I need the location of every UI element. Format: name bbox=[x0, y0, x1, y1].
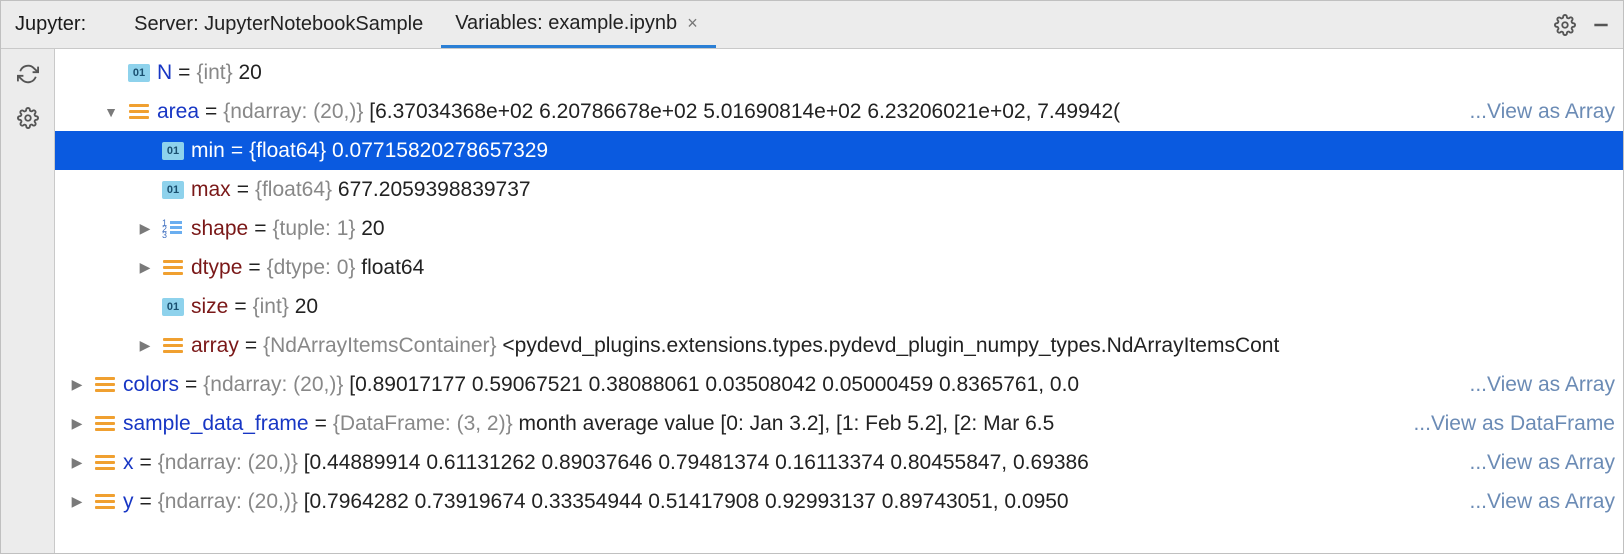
side-toolbar bbox=[1, 49, 55, 553]
var-value: [0.7964282 0.73919674 0.33354944 0.51417… bbox=[304, 490, 1069, 513]
refresh-button[interactable] bbox=[13, 59, 43, 89]
var-row-area-dtype[interactable]: ▶ dtype={dtype: 0} float64 bbox=[55, 248, 1623, 287]
var-type: {float64} bbox=[255, 178, 332, 201]
var-type: {int} bbox=[253, 295, 289, 318]
var-name: colors bbox=[123, 373, 179, 396]
var-row-area-max[interactable]: 01 max={float64} 677.2059398839737 bbox=[55, 170, 1623, 209]
minimize-icon bbox=[1591, 15, 1611, 35]
var-type: {NdArrayItemsContainer} bbox=[263, 334, 496, 357]
expand-icon[interactable]: ▶ bbox=[131, 337, 159, 354]
server-tab[interactable]: Server: JupyterNotebookSample bbox=[120, 1, 441, 48]
var-type: {dtype: 0} bbox=[267, 256, 356, 279]
var-row-colors[interactable]: ▶ colors={ndarray: (20,)} [0.89017177 0.… bbox=[55, 365, 1623, 404]
settings-button[interactable] bbox=[1551, 11, 1579, 39]
var-name: N bbox=[157, 61, 172, 84]
ndarray-icon bbox=[95, 376, 115, 394]
var-type: {ndarray: (20,)} bbox=[203, 373, 343, 396]
var-value: [6.37034368e+02 6.20786678e+02 5.0169081… bbox=[369, 100, 1120, 123]
view-as-array-link[interactable]: ...View as Array bbox=[1465, 451, 1615, 475]
close-icon[interactable]: × bbox=[687, 13, 698, 34]
var-value: [0.44889914 0.61131262 0.89037646 0.7948… bbox=[304, 451, 1089, 474]
gear-icon bbox=[17, 107, 39, 129]
var-type: {float64} bbox=[249, 139, 326, 162]
ndarray-icon bbox=[95, 454, 115, 472]
view-as-array-link[interactable]: ...View as Array bbox=[1465, 490, 1615, 514]
expand-icon[interactable]: ▶ bbox=[63, 493, 91, 510]
var-value: 0.07715820278657329 bbox=[332, 139, 548, 162]
ndarray-icon bbox=[95, 415, 115, 433]
variables-tree[interactable]: 01 N={int} 20 ▼ area={ndarray: (20,)} [6… bbox=[55, 49, 1623, 553]
var-row-area-min[interactable]: 01 min={float64} 0.07715820278657329 bbox=[55, 131, 1623, 170]
var-value: 677.2059398839737 bbox=[338, 178, 531, 201]
var-name: area bbox=[157, 100, 199, 123]
tool-settings-button[interactable] bbox=[13, 103, 43, 133]
var-name: min bbox=[191, 139, 225, 162]
var-name: max bbox=[191, 178, 231, 201]
var-type: {DataFrame: (3, 2)} bbox=[333, 412, 513, 435]
expand-icon[interactable]: ▶ bbox=[63, 415, 91, 432]
minimize-button[interactable] bbox=[1587, 11, 1615, 39]
var-value: month average value [0: Jan 3.2], [1: Fe… bbox=[518, 412, 1054, 435]
expand-icon[interactable]: ▶ bbox=[131, 259, 159, 276]
gear-icon bbox=[1554, 14, 1576, 36]
var-type: {ndarray: (20,)} bbox=[158, 451, 298, 474]
ndarray-icon bbox=[95, 493, 115, 511]
var-name: shape bbox=[191, 217, 248, 240]
var-value: float64 bbox=[361, 256, 424, 279]
var-row-area-shape[interactable]: ▶ shape={tuple: 1} 20 bbox=[55, 209, 1623, 248]
variables-tab-label: Variables: example.ipynb bbox=[455, 12, 677, 35]
collapse-icon[interactable]: ▼ bbox=[97, 104, 125, 120]
tuple-icon bbox=[162, 220, 184, 238]
var-value: [0.89017177 0.59067521 0.38088061 0.0350… bbox=[349, 373, 1079, 396]
var-value: <pydevd_plugins.extensions.types.pydevd_… bbox=[502, 334, 1279, 357]
var-value: 20 bbox=[295, 295, 318, 318]
var-name: x bbox=[123, 451, 134, 474]
var-type: {ndarray: (20,)} bbox=[158, 490, 298, 513]
expand-icon[interactable]: ▶ bbox=[63, 454, 91, 471]
jupyter-label: Jupyter: bbox=[15, 13, 86, 36]
var-row-N[interactable]: 01 N={int} 20 bbox=[55, 53, 1623, 92]
expand-icon[interactable]: ▶ bbox=[63, 376, 91, 393]
var-row-area-size[interactable]: 01 size={int} 20 bbox=[55, 287, 1623, 326]
view-as-array-link[interactable]: ...View as Array bbox=[1465, 100, 1615, 124]
var-row-sample-data-frame[interactable]: ▶ sample_data_frame={DataFrame: (3, 2)} … bbox=[55, 404, 1623, 443]
var-value: 20 bbox=[239, 61, 262, 84]
refresh-icon bbox=[17, 63, 39, 85]
int-icon: 01 bbox=[128, 64, 150, 82]
var-type: {tuple: 1} bbox=[272, 217, 355, 240]
var-name: size bbox=[191, 295, 228, 318]
int-icon: 01 bbox=[162, 142, 184, 160]
var-row-y[interactable]: ▶ y={ndarray: (20,)} [0.7964282 0.739196… bbox=[55, 482, 1623, 521]
view-as-array-link[interactable]: ...View as Array bbox=[1465, 373, 1615, 397]
int-icon: 01 bbox=[162, 181, 184, 199]
ndarray-icon bbox=[163, 337, 183, 355]
var-value: 20 bbox=[361, 217, 384, 240]
var-type: {int} bbox=[196, 61, 232, 84]
ndarray-icon bbox=[163, 259, 183, 277]
view-as-dataframe-link[interactable]: ...View as DataFrame bbox=[1409, 412, 1615, 436]
panel-header: Jupyter: Server: JupyterNotebookSample V… bbox=[1, 1, 1623, 49]
var-row-area-array[interactable]: ▶ array={NdArrayItemsContainer} <pydevd_… bbox=[55, 326, 1623, 365]
var-row-area[interactable]: ▼ area={ndarray: (20,)} [6.37034368e+02 … bbox=[55, 92, 1623, 131]
variables-tab[interactable]: Variables: example.ipynb × bbox=[441, 1, 716, 48]
int-icon: 01 bbox=[162, 298, 184, 316]
server-tab-label: Server: JupyterNotebookSample bbox=[134, 13, 423, 36]
ndarray-icon bbox=[129, 103, 149, 121]
var-name: array bbox=[191, 334, 239, 357]
var-name: y bbox=[123, 490, 134, 513]
expand-icon[interactable]: ▶ bbox=[131, 220, 159, 237]
var-name: dtype bbox=[191, 256, 242, 279]
var-row-x[interactable]: ▶ x={ndarray: (20,)} [0.44889914 0.61131… bbox=[55, 443, 1623, 482]
var-type: {ndarray: (20,)} bbox=[223, 100, 363, 123]
var-name: sample_data_frame bbox=[123, 412, 309, 435]
